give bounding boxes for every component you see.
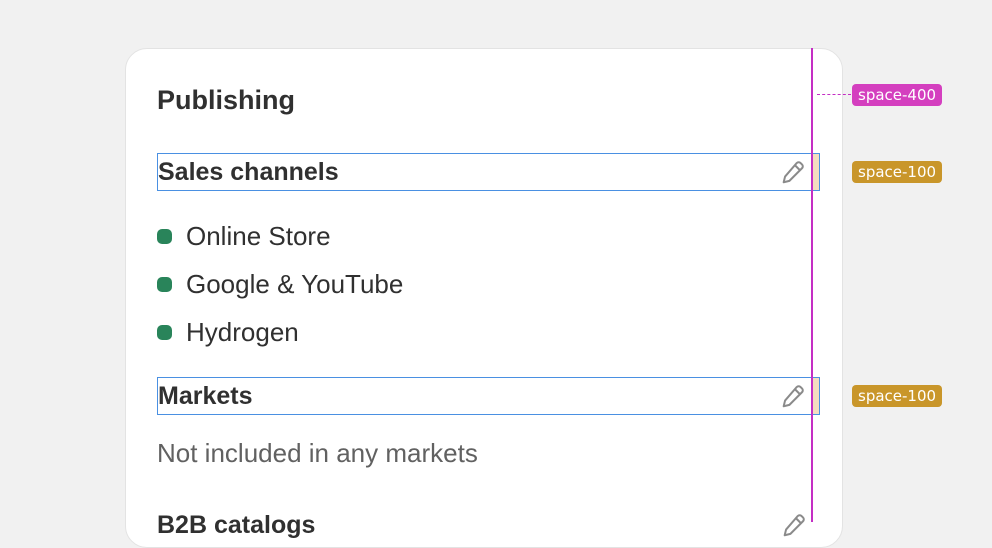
- channel-label: Google & YouTube: [186, 268, 404, 299]
- sales-channels-label: Sales channels: [158, 158, 339, 186]
- edit-markets-button[interactable]: [779, 382, 807, 410]
- pencil-icon: [782, 385, 804, 408]
- spacing-guide-connector: [817, 94, 851, 95]
- channel-label: Online Store: [186, 220, 331, 251]
- markets-status-text: Not included in any markets: [157, 438, 478, 468]
- edit-sales-channels-button[interactable]: [779, 158, 807, 186]
- sales-channel-list: Online Store Google & YouTube Hydrogen: [157, 212, 403, 356]
- sales-channels-header: Sales channels: [157, 153, 820, 191]
- markets-header: Markets: [157, 377, 820, 415]
- b2b-catalogs-label: B2B catalogs: [157, 511, 316, 539]
- card-title: Publishing: [157, 85, 295, 115]
- spacing-guide-line: [811, 48, 813, 522]
- status-dot: [157, 276, 172, 292]
- list-item: Online Store: [157, 212, 403, 260]
- spacing-badge-markets: space-100: [852, 385, 943, 407]
- markets-label: Markets: [158, 382, 253, 410]
- b2b-catalogs-header: B2B catalogs: [157, 507, 820, 545]
- status-dot: [157, 324, 172, 340]
- list-item: Google & YouTube: [157, 260, 403, 308]
- channel-label: Hydrogen: [186, 316, 299, 347]
- status-dot: [157, 228, 172, 244]
- spacing-badge-outer: space-400: [852, 84, 943, 106]
- pencil-icon: [783, 514, 805, 537]
- list-item: Hydrogen: [157, 308, 403, 356]
- spacing-marker: [812, 154, 819, 190]
- spacing-marker: [812, 378, 819, 414]
- pencil-icon: [782, 161, 804, 184]
- spacing-badge-sales-channels: space-100: [852, 161, 943, 183]
- publishing-card: Publishing Sales channels Online Store G…: [125, 48, 843, 548]
- edit-b2b-catalogs-button[interactable]: [780, 511, 808, 539]
